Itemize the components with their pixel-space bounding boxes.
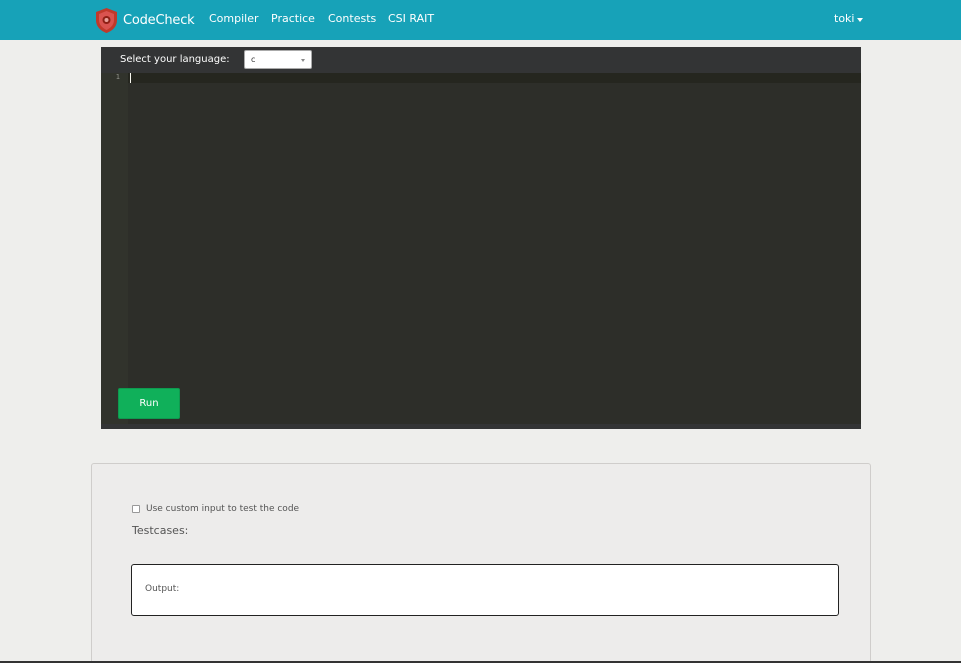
nav-link-practice[interactable]: Practice: [271, 12, 315, 25]
user-name: toki: [834, 12, 855, 25]
custom-input-label[interactable]: Use custom input to test the code: [146, 504, 299, 514]
language-select[interactable]: c: [244, 50, 312, 69]
line-number: 1: [115, 73, 120, 81]
language-label: Select your language:: [120, 54, 230, 65]
brand-link[interactable]: CodeCheck: [96, 7, 195, 33]
language-select-value: c: [251, 55, 256, 64]
line-number-gutter: 1: [101, 73, 128, 424]
nav-link-compiler[interactable]: Compiler: [209, 12, 259, 25]
nav-link-csi-rait[interactable]: CSI RAIT: [388, 12, 434, 25]
text-cursor: [130, 73, 131, 83]
custom-input-checkbox[interactable]: [132, 505, 140, 513]
custom-input-option[interactable]: Use custom input to test the code: [132, 504, 299, 514]
testcases-panel: Use custom input to test the code Testca…: [91, 463, 871, 663]
active-line-highlight: [128, 73, 861, 83]
shield-logo-icon: [96, 7, 117, 33]
testcases-heading: Testcases:: [132, 524, 189, 537]
navbar: CodeCheck Compiler Practice Contests CSI…: [0, 0, 961, 40]
editor-panel: Select your language: c 1 Run: [101, 47, 861, 429]
caret-down-icon: [857, 17, 864, 22]
run-button[interactable]: Run: [118, 388, 180, 419]
brand-name: CodeCheck: [123, 12, 195, 28]
output-label: Output:: [145, 584, 180, 594]
nav-link-contests[interactable]: Contests: [328, 12, 376, 25]
code-editor[interactable]: 1: [101, 73, 861, 424]
output-box: Output:: [131, 564, 839, 616]
language-row: Select your language: c: [101, 47, 861, 73]
user-menu[interactable]: toki: [834, 12, 864, 25]
dropdown-arrow-icon: [301, 59, 305, 62]
